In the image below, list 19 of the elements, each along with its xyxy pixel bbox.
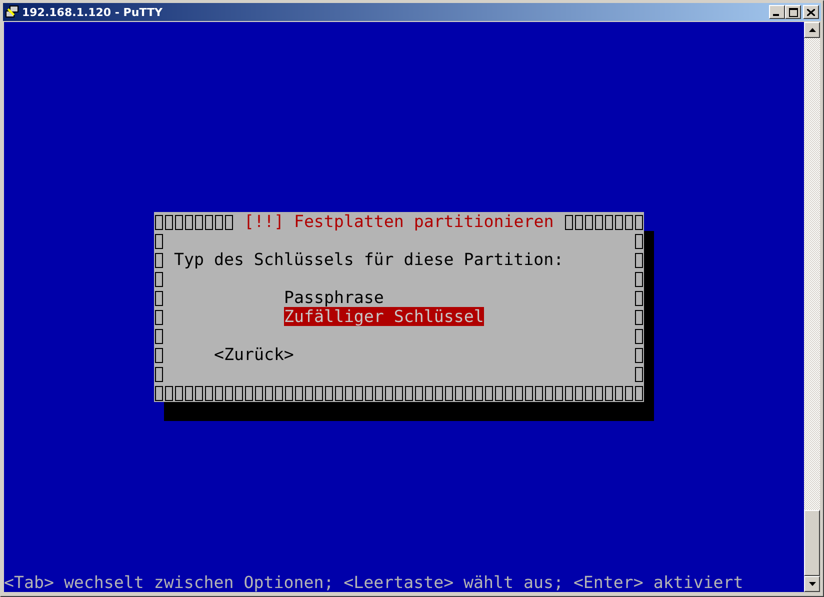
down-arrow-icon [808,582,816,586]
up-arrow-icon [808,28,816,32]
prompt-text: Typ des Schlüssels für diese Partition: [174,250,564,269]
minimize-button[interactable] [769,5,785,19]
scroll-down-button[interactable] [804,576,820,592]
scroll-up-button[interactable] [804,22,820,38]
computer-icon [5,5,19,19]
status-line: <Tab> wechselt zwischen Optionen; <Leertaste> wählt aus; <Enter> aktiviert [4,573,744,592]
back-button[interactable]: <Zurück> [214,345,294,364]
list-option[interactable]: Zufälliger Schlüssel [284,307,484,326]
close-button[interactable] [803,5,819,19]
maximize-icon [788,8,798,16]
list-option[interactable]: Passphrase [284,288,384,307]
scroll-thumb[interactable] [804,510,820,576]
dialog-title: [!!] Festplatten partitionieren [244,212,554,231]
scrollbar[interactable] [804,22,820,592]
window-title: 192.168.1.120 - PuTTY [22,6,164,18]
close-icon [807,8,815,16]
maximize-button[interactable] [785,5,801,19]
